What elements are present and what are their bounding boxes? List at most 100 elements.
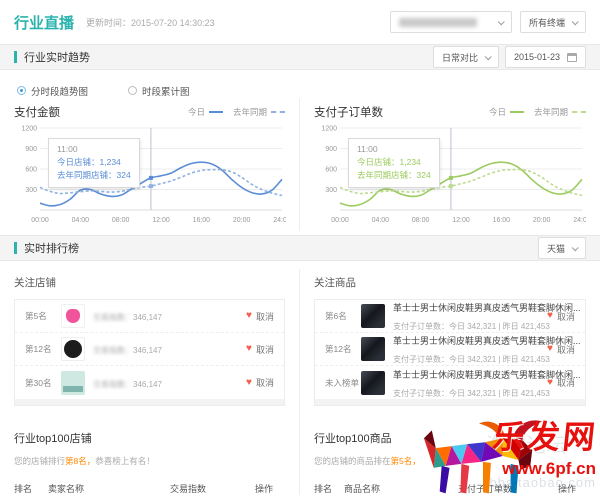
products-table-header: 排名 商品名称 支付子订单数 操作 <box>314 482 586 495</box>
date-picker-value: 2015-01-23 <box>514 52 560 62</box>
header-controls: 所有终端 <box>390 11 586 33</box>
sub-orders-panel: 支付子订单数 今日 去年同期 300600900120000:0004:0008… <box>300 98 600 231</box>
legend-today-label: 今日 <box>188 106 205 118</box>
shop-avatar[interactable] <box>61 337 85 361</box>
shop-avatar[interactable] <box>61 371 85 395</box>
product-image[interactable] <box>361 304 385 328</box>
unfollow-shop-button[interactable]: ♥ 取消 <box>246 376 274 389</box>
category-select[interactable] <box>390 11 512 33</box>
update-time: 更新时间：2015-07-20 14:30:23 <box>86 16 215 29</box>
followed-shops-column: 关注店铺 第5名 交易指数：346,147 ♥ 取消 第12名 交易指数：346 <box>0 269 300 416</box>
shop-metric: 交易指数：346,147 <box>93 313 162 322</box>
legend-today-label: 今日 <box>489 106 506 118</box>
payment-amount-panel: 支付金额 今日 去年同期 300600900120000:0004:0008:0… <box>0 98 300 231</box>
svg-text:24:00: 24:00 <box>273 217 286 224</box>
heart-icon: ♥ <box>547 378 553 388</box>
col-trade-index: 交易指数 <box>170 482 255 495</box>
product-rank: 第12名 <box>325 343 361 355</box>
terminal-select-value: 所有终端 <box>529 16 565 29</box>
chevron-down-icon <box>572 244 579 251</box>
legend-lastyear-label: 去年同期 <box>534 106 568 118</box>
radio-hourly-trend[interactable]: 分时段趋势图 <box>17 83 88 98</box>
col-product-name: 商品名称 <box>344 482 458 495</box>
unfollow-product-button[interactable]: ♥ 取消 <box>547 343 575 356</box>
legend-solid-line-swatch <box>510 111 524 113</box>
product-image[interactable] <box>361 337 385 361</box>
col-action: 操作 <box>255 482 285 495</box>
compare-mode-select[interactable]: 日常对比 <box>433 46 499 68</box>
compare-mode-value: 日常对比 <box>442 51 478 64</box>
shops-table-header: 排名 卖家名称 交易指数 操作 <box>14 482 285 495</box>
legend-dashed-line-swatch <box>271 111 285 113</box>
product-metric: 支付子订单数：今日 342,321 | 昨日 421,453 <box>393 322 550 331</box>
svg-text:04:00: 04:00 <box>372 217 390 224</box>
page-title: 行业直播 <box>14 12 74 33</box>
unfollow-product-button[interactable]: ♥ 取消 <box>547 310 575 323</box>
chart-tooltip: 11:00 今日店铺：1,234 去年同期店铺：324 <box>48 138 140 188</box>
col-seller-name: 卖家名称 <box>48 482 170 495</box>
chevron-down-icon <box>485 53 492 60</box>
chart-title: 支付金额 <box>14 104 60 120</box>
terminal-select[interactable]: 所有终端 <box>520 11 586 33</box>
date-picker[interactable]: 2015-01-23 <box>505 46 586 68</box>
update-time-label: 更新时间： <box>86 18 131 28</box>
top100-shops-title: 行业top100店铺 <box>14 430 285 446</box>
shop-list-item: 第30名 交易指数：346,147 ♥ 取消 <box>15 366 284 399</box>
heart-icon: ♥ <box>547 311 553 321</box>
charts-row: 支付金额 今日 去年同期 300600900120000:0004:0008:0… <box>0 98 600 235</box>
top100-products-section: 行业top100商品 您的店铺的商品排在第5名， 排名 商品名称 支付子订单数 … <box>300 416 600 495</box>
update-time-value: 2015-07-20 14:30:23 <box>131 18 215 28</box>
svg-text:08:00: 08:00 <box>412 217 430 224</box>
followed-shops-panel: 第5名 交易指数：346,147 ♥ 取消 第12名 交易指数：346,147 <box>14 299 285 406</box>
unfollow-product-button[interactable]: ♥ 取消 <box>547 376 575 389</box>
svg-text:16:00: 16:00 <box>493 217 511 224</box>
svg-text:24:00: 24:00 <box>573 217 586 224</box>
unfollow-shop-button[interactable]: ♥ 取消 <box>246 310 274 323</box>
tooltip-lastyear-row: 去年同期店铺：324 <box>57 169 131 182</box>
tooltip-today-row: 今日店铺：1,234 <box>57 156 131 169</box>
legend-dashed-line-swatch <box>572 111 586 113</box>
svg-text:600: 600 <box>325 167 337 174</box>
product-list-item: 第12名 革士士男士休闲皮鞋男真皮透气男鞋套脚休闲... 支付子订单数：今日 3… <box>315 333 585 366</box>
product-image[interactable] <box>361 371 385 395</box>
tooltip-time: 11:00 <box>57 143 131 156</box>
svg-text:900: 900 <box>325 146 337 153</box>
legend-lastyear-label: 去年同期 <box>233 106 267 118</box>
svg-text:20:00: 20:00 <box>533 217 551 224</box>
shop-rank: 第5名 <box>25 310 61 322</box>
radio-hourly-trend-label: 分时段趋势图 <box>31 84 88 98</box>
col-rank: 排名 <box>314 482 344 495</box>
followed-shops-title: 关注店铺 <box>14 275 285 290</box>
svg-text:300: 300 <box>25 187 37 194</box>
col-action: 操作 <box>558 482 586 495</box>
shop-list-item: 第5名 交易指数：346,147 ♥ 取消 <box>15 300 284 333</box>
svg-text:300: 300 <box>325 187 337 194</box>
ranking-section-title: 实时排行榜 <box>24 240 79 256</box>
platform-select[interactable]: 天猫 <box>538 237 586 259</box>
shop-metric: 交易指数：346,147 <box>93 380 162 389</box>
followed-products-column: 关注商品 第6名 革士士男士休闲皮鞋男真皮透气男鞋套脚休闲... 支付子订单数：… <box>300 269 600 416</box>
radio-cumulative-label: 时段累计图 <box>142 84 190 98</box>
trend-section-title: 行业实时趋势 <box>24 49 90 65</box>
product-list-item: 第6名 革士士男士休闲皮鞋男真皮透气男鞋套脚休闲... 支付子订单数：今日 34… <box>315 300 585 333</box>
calendar-icon <box>567 53 577 62</box>
col-sub-orders: 支付子订单数 <box>458 482 558 495</box>
chart-title: 支付子订单数 <box>314 104 383 120</box>
svg-text:16:00: 16:00 <box>193 217 211 224</box>
top100-products-note: 您的店铺的商品排在第5名， <box>314 455 586 467</box>
shop-metric: 交易指数：346,147 <box>93 346 162 355</box>
heart-icon: ♥ <box>246 378 252 388</box>
radio-cumulative[interactable]: 时段累计图 <box>128 83 190 98</box>
heart-icon: ♥ <box>547 344 553 354</box>
radio-icon <box>128 86 137 95</box>
top100-products-title: 行业top100商品 <box>314 430 586 446</box>
unfollow-shop-button[interactable]: ♥ 取消 <box>246 343 274 356</box>
product-metric: 支付子订单数：今日 342,321 | 昨日 421,453 <box>393 389 550 398</box>
trend-section-bar: 行业实时趋势 日常对比 2015-01-23 <box>0 44 600 70</box>
svg-text:12:00: 12:00 <box>452 217 470 224</box>
svg-text:00:00: 00:00 <box>31 217 49 224</box>
shop-rank-highlight: 第8名， <box>65 456 95 466</box>
chevron-down-icon <box>498 18 505 25</box>
svg-text:08:00: 08:00 <box>112 217 130 224</box>
shop-avatar[interactable] <box>61 304 85 328</box>
